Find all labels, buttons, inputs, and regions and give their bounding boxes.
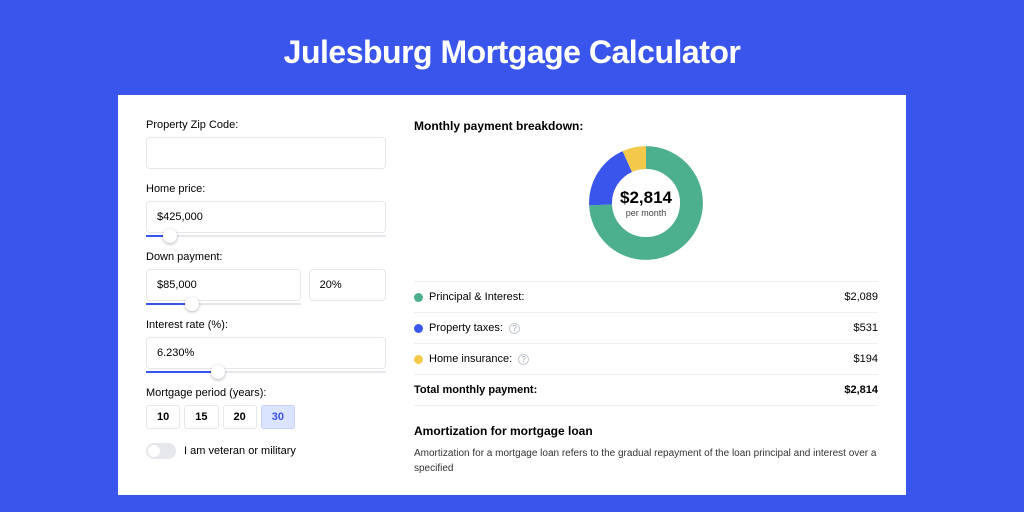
results-panel: Monthly payment breakdown: $2,814 per mo…: [414, 119, 878, 495]
amortization-section: Amortization for mortgage loan Amortizat…: [414, 424, 878, 476]
legend-row-total: Total monthly payment: $2,814: [414, 375, 878, 406]
down-percent-input[interactable]: [309, 269, 386, 301]
donut-sublabel: per month: [626, 208, 667, 218]
total-label: Total monthly payment:: [414, 384, 537, 396]
veteran-label: I am veteran or military: [184, 445, 296, 457]
amortization-title: Amortization for mortgage loan: [414, 424, 878, 438]
amortization-body: Amortization for a mortgage loan refers …: [414, 446, 878, 476]
down-slider[interactable]: [146, 303, 301, 305]
donut-chart-wrap: $2,814 per month: [414, 143, 878, 263]
zip-label: Property Zip Code:: [146, 119, 386, 131]
down-field: Down payment:: [146, 251, 386, 305]
total-value: $2,814: [844, 384, 878, 396]
down-amount-input[interactable]: [146, 269, 301, 301]
zip-input[interactable]: [146, 137, 386, 169]
period-button-10[interactable]: 10: [146, 405, 180, 429]
donut-chart: $2,814 per month: [586, 143, 706, 263]
price-label: Home price:: [146, 183, 386, 195]
legend-label: Home insurance:: [429, 353, 512, 365]
period-button-20[interactable]: 20: [223, 405, 257, 429]
period-button-30[interactable]: 30: [261, 405, 295, 429]
rate-slider[interactable]: [146, 371, 386, 373]
price-field: Home price:: [146, 183, 386, 237]
legend-value: $531: [854, 322, 878, 334]
legend-label: Principal & Interest:: [429, 291, 524, 303]
rate-input[interactable]: [146, 337, 386, 369]
veteran-toggle[interactable]: [146, 443, 176, 459]
rate-field: Interest rate (%):: [146, 319, 386, 373]
legend-row-principal: Principal & Interest: $2,089: [414, 282, 878, 313]
legend-row-insurance: Home insurance: ? $194: [414, 344, 878, 375]
form-panel: Property Zip Code: Home price: Down paym…: [146, 119, 386, 495]
down-label: Down payment:: [146, 251, 386, 263]
legend: Principal & Interest: $2,089 Property ta…: [414, 281, 878, 406]
legend-value: $2,089: [844, 291, 878, 303]
rate-label: Interest rate (%):: [146, 319, 386, 331]
legend-row-taxes: Property taxes: ? $531: [414, 313, 878, 344]
legend-value: $194: [854, 353, 878, 365]
legend-label: Property taxes:: [429, 322, 503, 334]
calculator-card: Property Zip Code: Home price: Down paym…: [118, 95, 906, 495]
legend-dot-icon: [414, 355, 423, 364]
legend-dot-icon: [414, 293, 423, 302]
period-label: Mortgage period (years):: [146, 387, 386, 399]
veteran-toggle-row: I am veteran or military: [146, 443, 386, 459]
period-field: Mortgage period (years): 10 15 20 30: [146, 387, 386, 429]
info-icon[interactable]: ?: [509, 323, 520, 334]
donut-value: $2,814: [620, 188, 672, 208]
page-title: Julesburg Mortgage Calculator: [0, 34, 1024, 71]
info-icon[interactable]: ?: [518, 354, 529, 365]
price-slider[interactable]: [146, 235, 386, 237]
breakdown-title: Monthly payment breakdown:: [414, 119, 878, 133]
period-button-15[interactable]: 15: [184, 405, 218, 429]
price-input[interactable]: [146, 201, 386, 233]
zip-field: Property Zip Code:: [146, 119, 386, 169]
legend-dot-icon: [414, 324, 423, 333]
